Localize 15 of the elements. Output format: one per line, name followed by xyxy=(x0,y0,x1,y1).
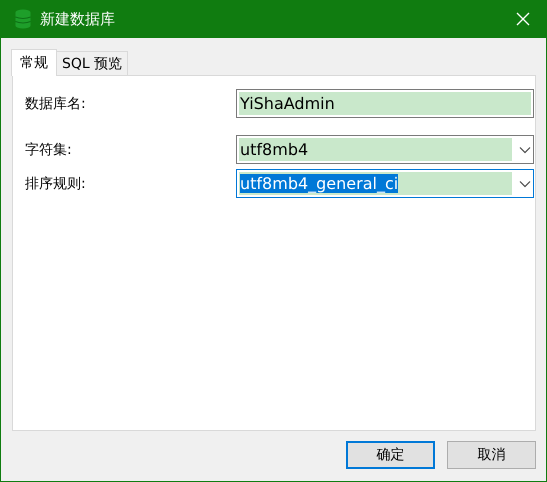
chevron-down-icon xyxy=(519,146,531,154)
ok-button[interactable]: 确定 xyxy=(346,441,435,469)
chevron-down-icon xyxy=(519,180,531,188)
field-label: 数据库名: xyxy=(24,94,87,112)
input-field[interactable]: YiShaAdmin xyxy=(236,89,534,118)
field-label: 排序规则: xyxy=(24,174,87,192)
tab[interactable]: 常规 xyxy=(11,49,57,76)
close-icon xyxy=(516,12,530,26)
window-title: 新建数据库 xyxy=(40,10,116,28)
dropdown[interactable]: utf8mb4_general_ci xyxy=(236,169,534,198)
field-label: 字符集: xyxy=(24,140,73,158)
database-icon xyxy=(15,9,31,29)
cancel-button[interactable]: 取消 xyxy=(447,441,536,469)
dropdown[interactable]: utf8mb4 xyxy=(236,135,534,164)
tab[interactable]: SQL 预览 xyxy=(56,51,128,75)
